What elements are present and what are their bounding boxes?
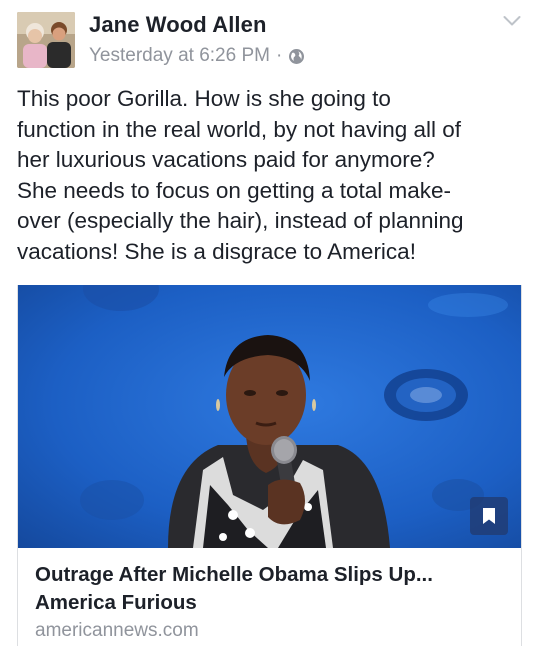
meta-separator: ·	[275, 45, 283, 66]
link-title-line: America Furious	[35, 591, 197, 614]
post-text-line: She needs to focus on getting a total ma…	[17, 177, 452, 203]
post-text: This poor Gorilla. How is she going to f…	[17, 84, 527, 267]
link-domain: americannews.com	[35, 620, 199, 641]
avatar[interactable]	[17, 12, 75, 68]
link-preview-image[interactable]	[18, 285, 521, 548]
author-name[interactable]: Jane Wood Allen	[89, 12, 267, 38]
post-text-line: This poor Gorilla. How is she going to	[17, 86, 391, 111]
post-meta: Yesterday at 6:26 PM ·	[89, 44, 305, 68]
facebook-post: Jane Wood Allen Yesterday at 6:26 PM · T…	[0, 0, 539, 646]
post-text-line: her luxurious vacations paid for anymore…	[17, 147, 435, 172]
bookmark-icon[interactable]	[470, 497, 508, 535]
link-title-line: Outrage After Michelle Obama Slips Up...	[35, 563, 433, 586]
chevron-down-icon[interactable]	[503, 14, 521, 26]
post-timestamp[interactable]: Yesterday at 6:26 PM	[89, 44, 270, 68]
globe-icon[interactable]	[288, 48, 305, 65]
post-text-line: vacations! She is a disgrace to America!	[17, 238, 416, 264]
post-text-line: function in the real world, by not havin…	[17, 116, 462, 142]
link-preview-card[interactable]: Outrage After Michelle Obama Slips Up...…	[17, 285, 522, 646]
post-text-line: over (especially the hair), instead of p…	[17, 208, 464, 233]
avatar-photo	[17, 12, 75, 68]
link-title[interactable]: Outrage After Michelle Obama Slips Up...…	[35, 561, 515, 617]
